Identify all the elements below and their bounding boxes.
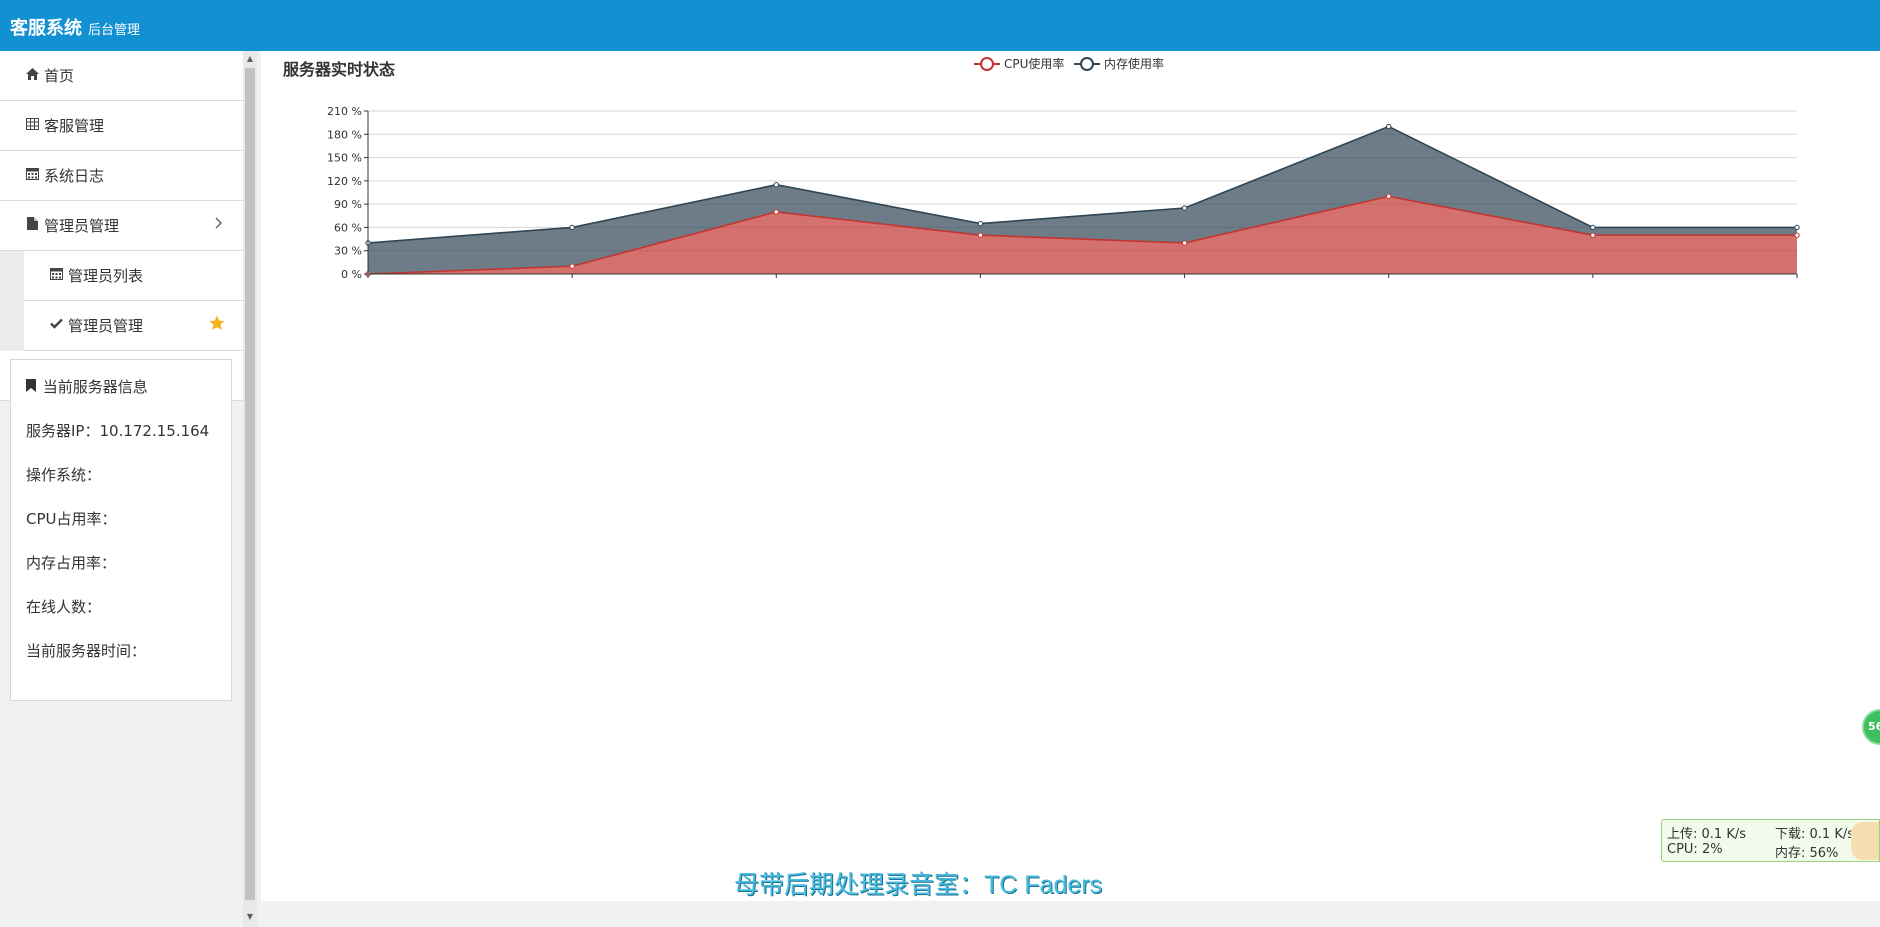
y-tick-label: 150 % (327, 152, 362, 165)
watermark-text: 母带后期处理录音室：TC Faders (734, 871, 1103, 899)
server-time-label: 当前服务器时间： (26, 642, 147, 660)
os-label: 操作系统： (26, 466, 102, 484)
main-content: 服务器实时状态 CPU使用率 内存使用率 0 % 30 % 60 % 90 % 120 … (261, 51, 1880, 901)
data-point (1794, 232, 1800, 238)
sidebar-item-label: 管理员列表 (68, 267, 144, 285)
sidebar-item-label: 系统日志 (44, 167, 105, 185)
calendar-icon (24, 167, 40, 184)
data-point (569, 263, 575, 269)
data-point (1181, 205, 1188, 211)
mascot-avatar (1851, 822, 1879, 860)
server-ip-row: 服务器IP：10.172.15.164 (26, 420, 209, 441)
net-cpu: CPU: 2% (1667, 842, 1723, 857)
data-point (569, 224, 575, 231)
online-users-label: 在线人数： (26, 598, 102, 616)
star-icon[interactable] (209, 315, 225, 336)
server-ip-value: 10.172.15.164 (99, 422, 210, 440)
sidebar-scrollbar-thumb[interactable] (245, 68, 255, 900)
server-info-title-text: 当前服务器信息 (42, 378, 148, 396)
data-point (977, 232, 984, 238)
sidebar-item-label: 管理员管理 (68, 317, 144, 335)
server-ip-label: 服务器IP： (26, 422, 100, 440)
data-point (977, 220, 984, 227)
y-tick-label: 120 % (327, 175, 362, 188)
data-point (1386, 123, 1392, 130)
y-tick-label: 90 % (334, 198, 362, 211)
sidebar-item-system-log[interactable]: 系统日志 (0, 151, 243, 201)
y-tick-label: 30 % (334, 245, 362, 258)
bookmark-icon (26, 378, 38, 396)
cpu-row: CPU占用率： (26, 508, 117, 529)
os-row: 操作系统： (26, 464, 101, 485)
submenu-indent (0, 250, 24, 350)
sidebar-item-label: 管理员管理 (44, 217, 120, 235)
y-tick-label: 210 % (327, 105, 362, 118)
home-icon (24, 67, 40, 84)
top-header-bar: 客服系统 后台管理 (0, 0, 1880, 51)
sidebar-item-admin-manage-active[interactable]: 管理员管理 (24, 301, 243, 351)
sidebar-item-home[interactable]: 首页 (0, 51, 243, 101)
app-brand[interactable]: 客服系统 后台管理 (10, 14, 140, 40)
data-point (1590, 224, 1596, 231)
sidebar-item-admin-list[interactable]: 管理员列表 (24, 251, 243, 301)
server-info-panel: 当前服务器信息 服务器IP：10.172.15.164 操作系统： CPU占用率… (10, 359, 232, 701)
server-info-title: 当前服务器信息 (26, 376, 148, 397)
data-point (1590, 232, 1596, 238)
memory-label: 内存占用率： (26, 554, 117, 572)
app-subtitle: 后台管理 (88, 23, 141, 38)
data-point (1794, 224, 1800, 231)
table-icon (24, 117, 40, 134)
data-point (1386, 193, 1392, 200)
net-upload: 上传: 0.1 K/s (1667, 827, 1746, 842)
sidebar-item-label: 客服管理 (44, 117, 105, 135)
calendar-icon (48, 267, 64, 284)
sidebar-item-customer-service[interactable]: 客服管理 (0, 101, 243, 151)
sidebar-item-label: 首页 (44, 67, 75, 85)
server-time-row: 当前服务器时间： (26, 640, 146, 661)
scroll-up-arrow[interactable]: ▲ (245, 54, 255, 63)
app-title: 客服系统 (10, 18, 82, 39)
data-point (773, 182, 779, 188)
y-tick-label: 60 % (334, 221, 362, 234)
net-memory: 内存: 56% (1775, 846, 1839, 861)
file-icon (24, 217, 40, 234)
server-status-chart: 0 %30 %60 %90 %120 %150 %180 %210 %6:007… (327, 105, 1800, 281)
net-download: 下载: 0.1 K/s (1775, 827, 1854, 842)
scroll-down-arrow[interactable]: ▼ (245, 912, 255, 921)
y-tick-label: 0 % (341, 268, 362, 281)
check-icon (48, 318, 64, 333)
data-point (1181, 240, 1188, 246)
sidebar-item-admin-management[interactable]: 管理员管理 (0, 201, 243, 251)
memory-row: 内存占用率： (26, 552, 116, 573)
chevron-right-icon (215, 217, 223, 233)
data-point (773, 209, 779, 215)
cpu-label: CPU占用率： (26, 510, 117, 528)
y-tick-label: 180 % (327, 128, 362, 141)
online-users-row: 在线人数： (26, 596, 101, 617)
network-monitor-widget[interactable]: 上传: 0.1 K/s 下载: 0.1 K/s CPU: 2% 内存: 56% (1661, 819, 1880, 862)
